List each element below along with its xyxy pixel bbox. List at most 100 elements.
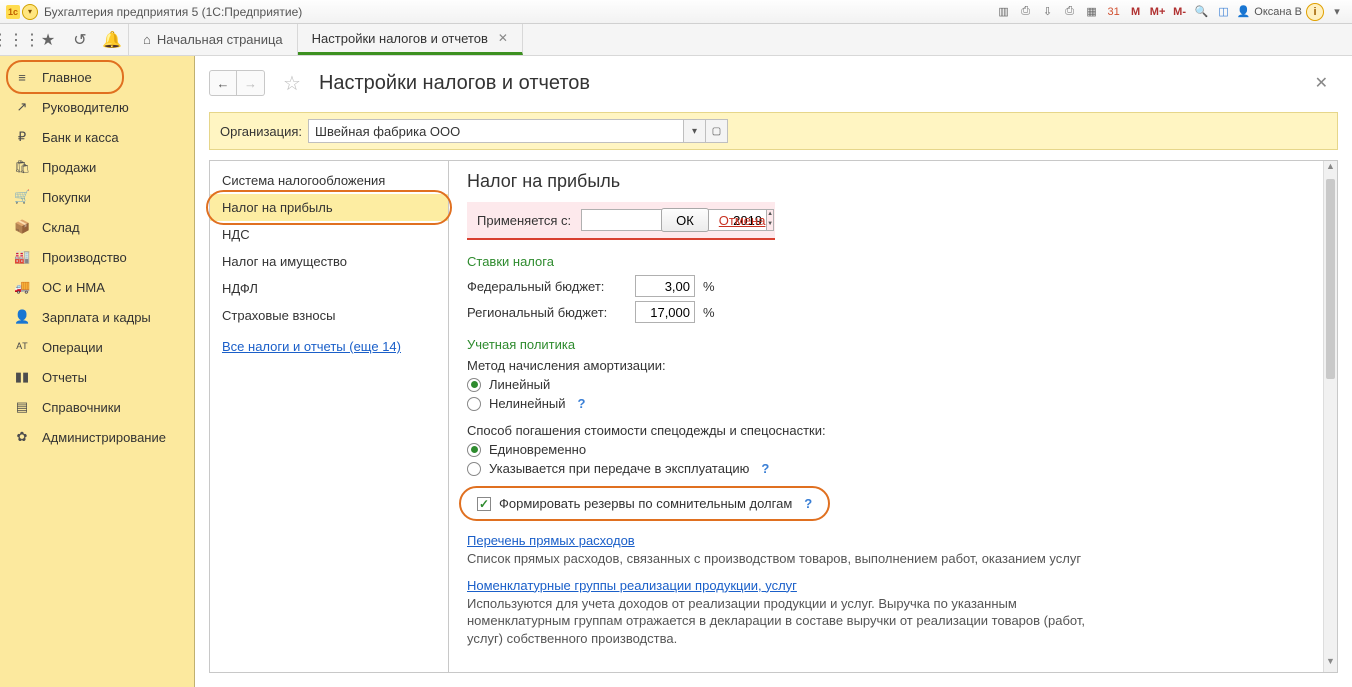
favorite-icon[interactable]: ★ <box>32 24 64 56</box>
settings-nav-item[interactable]: НДС <box>210 221 448 248</box>
amortization-label: Метод начисления амортизации: <box>467 358 1317 373</box>
back-button[interactable]: ← <box>209 70 237 96</box>
radio-label: Нелинейный <box>489 396 566 411</box>
radio-once[interactable]: Единовременно <box>467 442 1317 457</box>
sidebar-icon: 🚚 <box>14 279 30 295</box>
sidebar-label: Производство <box>42 250 127 265</box>
regional-rate-input[interactable] <box>635 301 695 323</box>
sidebar-item[interactable]: ▮▮Отчеты <box>0 362 194 392</box>
info-icon[interactable]: i <box>1306 3 1324 21</box>
toolbar-icon[interactable]: ⇩ <box>1039 3 1057 21</box>
scroll-thumb[interactable] <box>1326 179 1335 379</box>
settings-nav-item[interactable]: Налог на имущество <box>210 248 448 275</box>
sidebar-label: Администрирование <box>42 430 166 445</box>
sidebar-icon: 🏭 <box>14 249 30 265</box>
sidebar-icon: ↗ <box>14 99 30 115</box>
organization-input[interactable] <box>308 119 684 143</box>
favorite-star-icon[interactable]: ☆ <box>283 71 301 96</box>
memory-mminus-icon[interactable]: M- <box>1171 3 1189 21</box>
sidebar-label: Справочники <box>42 400 121 415</box>
sidebar-item[interactable]: ᴬᵀ Операции <box>0 332 194 362</box>
radio-onuse[interactable]: Указывается при передаче в эксплуатацию? <box>467 461 1317 476</box>
sidebar-icon: ▮▮ <box>14 369 30 385</box>
percent-label: % <box>703 279 715 294</box>
direct-expenses-desc: Список прямых расходов, связанных с прои… <box>467 550 1107 568</box>
app-logo-icon: 1c <box>6 5 20 19</box>
forward-button[interactable]: → <box>237 70 265 96</box>
page-title: Настройки налогов и отчетов <box>319 72 590 95</box>
sidebar-item[interactable]: ▤ Справочники <box>0 392 194 422</box>
print-icon[interactable]: ⎙ <box>1017 3 1035 21</box>
toolbar-icon[interactable]: ▥ <box>995 3 1013 21</box>
menu-bar: ⋮⋮⋮ ★ ↺ 🔔 ⌂ Начальная страница Настройки… <box>0 24 1352 56</box>
sidebar-icon: ᴬᵀ <box>14 340 30 355</box>
layout-icon[interactable]: ◫ <box>1215 3 1233 21</box>
sidebar-label: ОС и НМА <box>42 280 105 295</box>
help-icon[interactable]: ? <box>804 496 812 511</box>
all-taxes-link[interactable]: Все налоги и отчеты (еще 14) <box>210 333 448 360</box>
sidebar-label: Склад <box>42 220 80 235</box>
settings-nav-item[interactable]: НДФЛ <box>210 275 448 302</box>
calendar-icon[interactable]: 31 <box>1105 3 1123 21</box>
federal-rate-input[interactable] <box>635 275 695 297</box>
notifications-icon[interactable]: 🔔 <box>96 24 128 56</box>
tab-home[interactable]: ⌂ Начальная страница <box>128 24 298 55</box>
app-menu-dropdown[interactable]: ▾ <box>22 4 38 20</box>
pane-heading: Налог на прибыль <box>467 171 1317 192</box>
memory-m-icon[interactable]: M <box>1127 3 1145 21</box>
sidebar-icon: ▤ <box>14 399 30 415</box>
sidebar-item[interactable]: 🛍Продажи <box>0 152 194 182</box>
rates-title: Ставки налога <box>467 254 1317 269</box>
nomenclature-groups-link[interactable]: Номенклатурные группы реализации продукц… <box>467 578 797 593</box>
sidebar-label: Операции <box>42 340 103 355</box>
ok-button[interactable]: ОК <box>661 208 709 232</box>
history-icon[interactable]: ↺ <box>64 24 96 56</box>
sidebar-icon: 📦 <box>14 219 30 235</box>
zoom-icon[interactable]: 🔍 <box>1193 3 1211 21</box>
sidebar-icon: ≡ <box>14 70 30 85</box>
calculator-icon[interactable]: ▦ <box>1083 3 1101 21</box>
cancel-link[interactable]: Отмена <box>719 213 766 228</box>
sidebar-item[interactable]: 👤Зарплата и кадры <box>0 302 194 332</box>
scrollbar[interactable]: ▲ ▼ <box>1323 161 1337 672</box>
settings-nav-item[interactable]: Налог на прибыль <box>210 194 448 221</box>
sidebar-icon: 👤 <box>14 309 30 325</box>
close-page-icon[interactable]: ✕ <box>1315 73 1328 93</box>
current-user[interactable]: 👤Оксана В <box>1237 5 1302 18</box>
sidebar-item[interactable]: 🏭 Производство <box>0 242 194 272</box>
radio-linear[interactable]: Линейный <box>467 377 1317 392</box>
sidebar-item[interactable]: ₽Банк и касса <box>0 122 194 152</box>
organization-dropdown-icon[interactable]: ▾ <box>684 119 706 143</box>
organization-open-icon[interactable]: ▢ <box>706 119 728 143</box>
apps-icon[interactable]: ⋮⋮⋮ <box>0 24 32 56</box>
help-icon[interactable]: ? <box>761 461 769 476</box>
checkbox-icon: ✓ <box>477 497 491 511</box>
apply-period-box: Применяется с: ▲▼ ОК Отмена <box>467 202 775 240</box>
sidebar-item[interactable]: ✿Администрирование <box>0 422 194 452</box>
window-menu-icon[interactable]: ▾ <box>1328 3 1346 21</box>
sidebar-label: Продажи <box>42 160 96 175</box>
sidebar-item[interactable]: 📦 Склад <box>0 212 194 242</box>
sidebar-item[interactable]: 🛒Покупки <box>0 182 194 212</box>
help-icon[interactable]: ? <box>578 396 586 411</box>
settings-nav-item[interactable]: Система налогообложения <box>210 167 448 194</box>
checkbox-label: Формировать резервы по сомнительным долг… <box>499 496 792 511</box>
sidebar-item[interactable]: ≡Главное <box>0 62 194 92</box>
memory-mplus-icon[interactable]: M+ <box>1149 3 1167 21</box>
sidebar-item[interactable]: 🚚 ОС и НМА <box>0 272 194 302</box>
spec-label: Способ погашения стоимости спецодежды и … <box>467 423 1317 438</box>
radio-nonlinear[interactable]: Нелинейный? <box>467 396 1317 411</box>
toolbar-icon[interactable]: ⎙ <box>1061 3 1079 21</box>
home-icon: ⌂ <box>143 32 151 47</box>
sidebar-icon: 🛒 <box>14 189 30 205</box>
settings-nav-item[interactable]: Страховые взносы <box>210 302 448 329</box>
close-tab-icon[interactable]: ✕ <box>498 31 508 45</box>
year-spinner[interactable]: ▲▼ <box>767 209 774 231</box>
tab-label: Настройки налогов и отчетов <box>312 31 488 46</box>
radio-label: Линейный <box>489 377 550 392</box>
tab-tax-settings[interactable]: Настройки налогов и отчетов ✕ <box>298 24 523 55</box>
direct-expenses-link[interactable]: Перечень прямых расходов <box>467 533 635 548</box>
reserve-checkbox[interactable]: ✓ Формировать резервы по сомнительным до… <box>467 492 822 515</box>
window-title: Бухгалтерия предприятия 5 (1С:Предприяти… <box>44 5 302 19</box>
sidebar-item[interactable]: ↗Руководителю <box>0 92 194 122</box>
